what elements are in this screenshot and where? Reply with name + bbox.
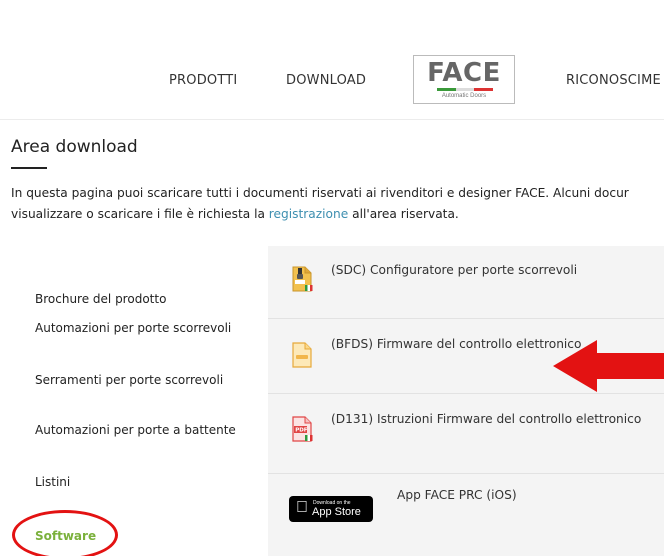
page-title: Area download	[11, 137, 138, 157]
download-row[interactable]	[268, 394, 664, 474]
intro-line-2-text: visualizzare o scaricare i file è richie…	[11, 207, 269, 221]
svg-text:PDF: PDF	[295, 428, 308, 434]
intro-line-2: visualizzare o scaricare i file è richie…	[11, 204, 664, 225]
sidebar-item-listini[interactable]: Listini	[35, 475, 70, 489]
appstore-big-text: App Store	[312, 506, 361, 518]
intro-text: In questa pagina puoi scaricare tutti i …	[11, 183, 664, 225]
download-label[interactable]: (BFDS) Firmware del controllo elettronic…	[331, 337, 581, 351]
red-circle-annotation	[12, 510, 118, 556]
logo-subtitle: Automatic Doors	[441, 93, 487, 99]
zip-file-icon	[292, 266, 313, 292]
intro-line-2-end: all'area riservata.	[348, 207, 459, 221]
archive-file-icon	[292, 342, 312, 368]
red-arrow-annotation	[553, 340, 664, 392]
download-label[interactable]: (D131) Istruzioni Firmware del controllo…	[331, 412, 641, 426]
logo-text: FACE	[427, 58, 501, 88]
intro-line-1: In questa pagina puoi scaricare tutti i …	[11, 186, 629, 200]
sidebar-item-brochure[interactable]: Brochure del prodotto	[35, 292, 166, 306]
title-underline	[11, 167, 47, 169]
face-logo[interactable]: FACE Automatic Doors	[413, 55, 515, 104]
download-label[interactable]: (SDC) Configuratore per porte scorrevoli	[331, 263, 577, 277]
apple-icon: 	[296, 499, 308, 517]
app-store-badge[interactable]:  Download on the App Store	[289, 496, 373, 522]
sidebar-item-serramenti-scorrevoli[interactable]: Serramenti per porte scorrevoli	[35, 373, 223, 387]
nav-prodotti[interactable]: PRODOTTI	[169, 73, 237, 88]
pdf-file-icon: PDF	[292, 416, 313, 442]
top-navigation: PRODOTTI DOWNLOAD FACE Automatic Doors R…	[0, 0, 664, 120]
registration-link[interactable]: registrazione	[269, 207, 348, 221]
nav-riconoscimenti[interactable]: RICONOSCIME	[566, 73, 661, 88]
nav-download[interactable]: DOWNLOAD	[286, 73, 366, 88]
download-label[interactable]: App FACE PRC (iOS)	[397, 488, 517, 502]
download-row[interactable]	[268, 246, 664, 319]
logo-flag-stripe	[437, 88, 494, 91]
sidebar-item-automazioni-battente[interactable]: Automazioni per porte a battente	[35, 423, 236, 437]
sidebar-item-automazioni-scorrevoli[interactable]: Automazioni per porte scorrevoli	[35, 321, 231, 335]
